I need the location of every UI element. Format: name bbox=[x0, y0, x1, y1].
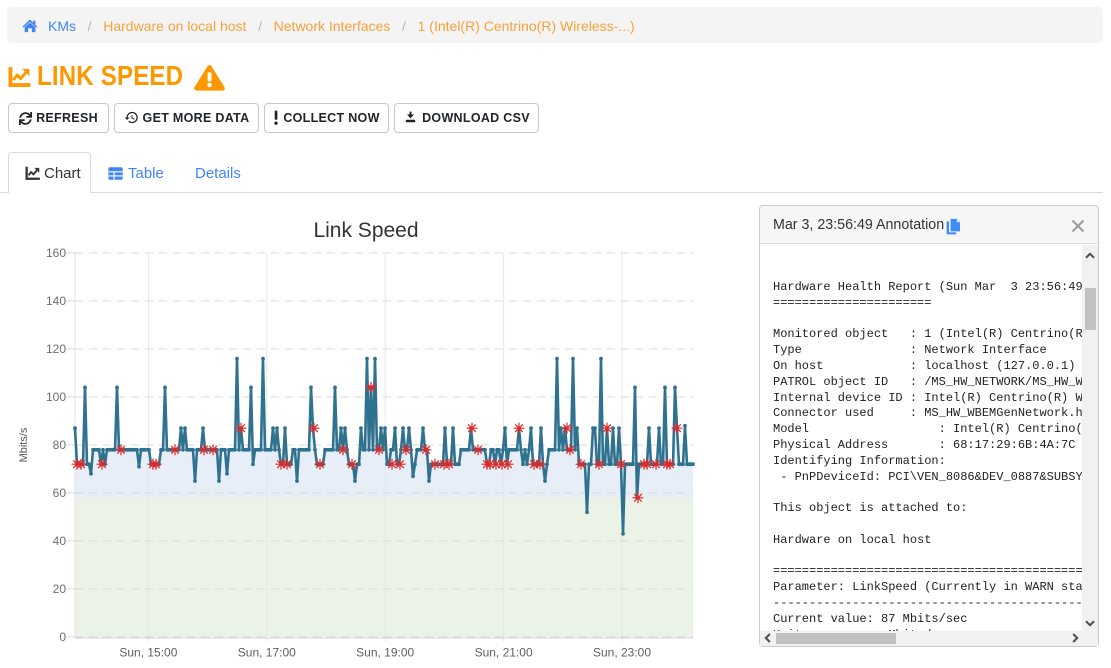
svg-text:60: 60 bbox=[53, 486, 67, 500]
svg-text:80: 80 bbox=[53, 438, 67, 452]
svg-text:100: 100 bbox=[46, 390, 66, 404]
svg-text:Sun, 21:00: Sun, 21:00 bbox=[475, 646, 533, 660]
svg-text:Link Speed: Link Speed bbox=[313, 219, 418, 242]
svg-text:0: 0 bbox=[59, 630, 66, 644]
svg-text:140: 140 bbox=[46, 294, 66, 308]
svg-text:Sun, 23:00: Sun, 23:00 bbox=[593, 646, 651, 660]
svg-text:Mbits/s: Mbits/s bbox=[18, 427, 30, 462]
svg-text:20: 20 bbox=[53, 582, 67, 596]
svg-text:160: 160 bbox=[46, 246, 66, 260]
svg-text:Sun, 15:00: Sun, 15:00 bbox=[119, 646, 177, 660]
svg-text:40: 40 bbox=[53, 534, 67, 548]
svg-text:120: 120 bbox=[46, 342, 66, 356]
svg-text:Sun, 19:00: Sun, 19:00 bbox=[356, 646, 414, 660]
svg-text:Sun, 17:00: Sun, 17:00 bbox=[238, 646, 296, 660]
